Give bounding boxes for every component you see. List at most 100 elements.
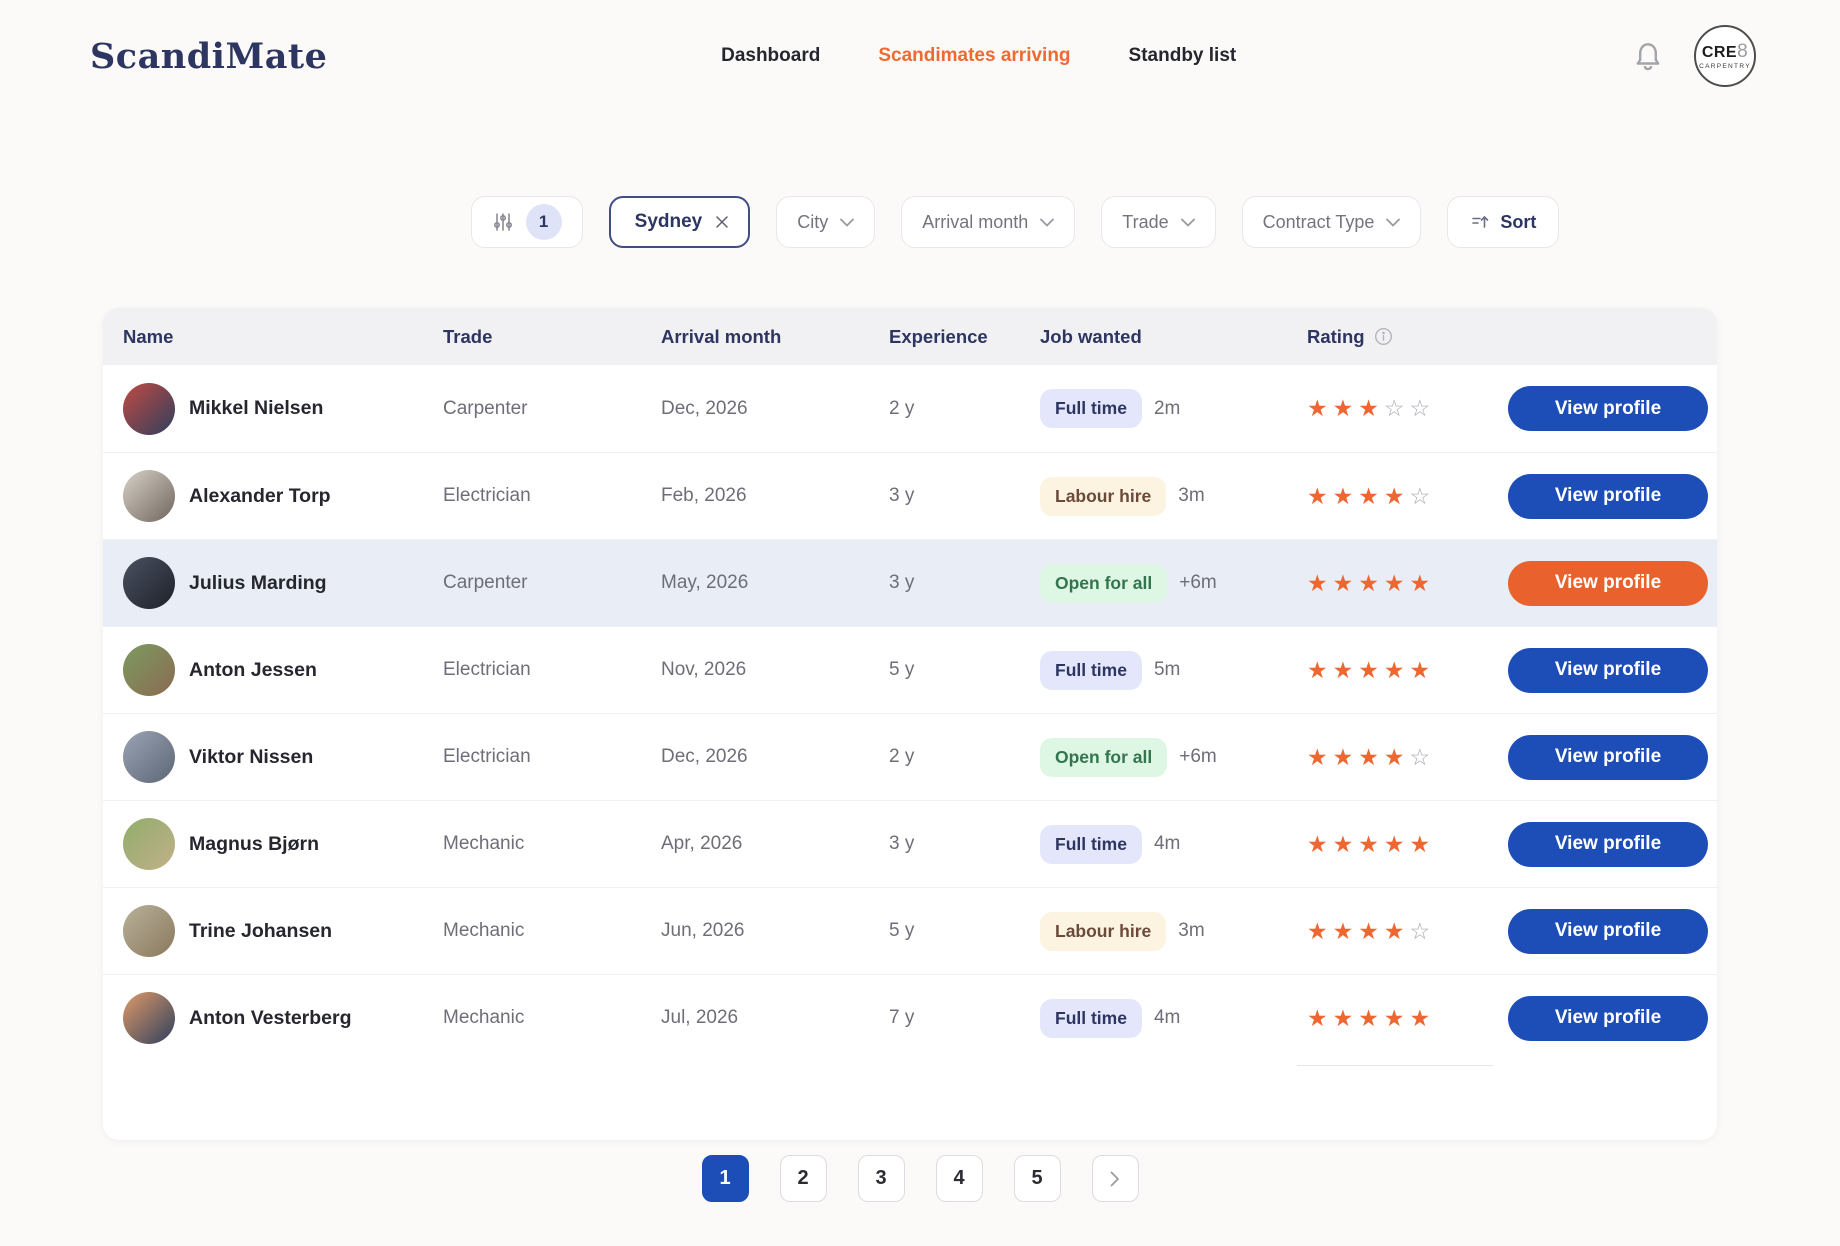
trade-value: Electrician	[443, 485, 661, 507]
star-filled-icon: ★	[1384, 833, 1405, 856]
table-row: Alexander Torp Electrician Feb, 2026 3 y…	[103, 452, 1717, 539]
page-button[interactable]: 5	[1014, 1155, 1061, 1202]
close-icon[interactable]	[714, 214, 730, 230]
avatar-text-digit: 8	[1737, 41, 1748, 62]
rating-stars: ★★★★★	[1307, 659, 1508, 682]
avatar	[123, 470, 175, 522]
page-button[interactable]: 1	[702, 1155, 749, 1202]
arrival-month-value: Jun, 2026	[661, 920, 889, 942]
avatar	[123, 731, 175, 783]
avatar	[123, 905, 175, 957]
view-profile-button[interactable]: View profile	[1508, 386, 1708, 431]
experience-value: 5 y	[889, 920, 1040, 942]
info-icon[interactable]	[1374, 327, 1393, 346]
chip-label: Sydney	[635, 211, 703, 233]
star-empty-icon: ☆	[1410, 746, 1431, 769]
job-type-badge: Full time	[1040, 389, 1142, 428]
avatar	[123, 818, 175, 870]
sliders-icon	[492, 211, 514, 233]
bell-icon	[1630, 38, 1666, 74]
star-filled-icon: ★	[1333, 833, 1354, 856]
dropdown-arrival-month[interactable]: Arrival month	[901, 196, 1075, 248]
brand-logo: ScandiMate	[90, 36, 327, 77]
table-row: Magnus Bjørn Mechanic Apr, 2026 3 y Full…	[103, 800, 1717, 887]
view-profile-button[interactable]: View profile	[1508, 648, 1708, 693]
star-filled-icon: ★	[1358, 920, 1379, 943]
experience-value: 2 y	[889, 398, 1040, 420]
trade-value: Carpenter	[443, 398, 661, 420]
scandimate-name: Trine Johansen	[189, 920, 332, 943]
notifications-button[interactable]	[1630, 38, 1666, 74]
view-profile-button[interactable]: View profile	[1508, 561, 1708, 606]
account-avatar[interactable]: CRE8 CARPENTRY	[1694, 25, 1756, 87]
page-button[interactable]: 2	[780, 1155, 827, 1202]
trade-value: Electrician	[443, 659, 661, 681]
star-filled-icon: ★	[1410, 833, 1431, 856]
star-filled-icon: ★	[1307, 833, 1328, 856]
trade-value: Mechanic	[443, 920, 661, 942]
avatar	[123, 644, 175, 696]
duration-value: 4m	[1154, 833, 1180, 855]
star-filled-icon: ★	[1307, 920, 1328, 943]
trade-value: Mechanic	[443, 1007, 661, 1029]
column-header-job-wanted: Job wanted	[1040, 326, 1307, 348]
nav-item-standby-list[interactable]: Standby list	[1129, 45, 1237, 67]
arrival-month-value: Nov, 2026	[661, 659, 889, 681]
column-header-rating: Rating	[1307, 326, 1508, 348]
rating-stars: ★★★★☆	[1307, 485, 1508, 508]
sort-button[interactable]: Sort	[1447, 196, 1559, 248]
column-header-trade: Trade	[443, 326, 661, 348]
star-filled-icon: ★	[1384, 746, 1405, 769]
job-type-badge: Full time	[1040, 651, 1142, 690]
star-empty-icon: ☆	[1384, 397, 1405, 420]
rating-stars: ★★★★★	[1307, 833, 1508, 856]
star-filled-icon: ★	[1384, 920, 1405, 943]
rating-stars: ★★★☆☆	[1307, 397, 1508, 420]
nav-item-scandimates-arriving[interactable]: Scandimates arriving	[878, 45, 1070, 67]
avatar-text-cre: CRE	[1702, 44, 1737, 61]
page-button[interactable]: 3	[858, 1155, 905, 1202]
star-filled-icon: ★	[1358, 572, 1379, 595]
arrival-month-value: Jul, 2026	[661, 1007, 889, 1029]
column-header-name: Name	[123, 326, 443, 348]
header-right: CRE8 CARPENTRY	[1630, 25, 1756, 87]
view-profile-button[interactable]: View profile	[1508, 735, 1708, 780]
star-filled-icon: ★	[1384, 659, 1405, 682]
duration-value: 5m	[1154, 659, 1180, 681]
view-profile-button[interactable]: View profile	[1508, 909, 1708, 954]
duration-value: 4m	[1154, 1007, 1180, 1029]
scandimate-name: Anton Vesterberg	[189, 1007, 352, 1030]
rating-stars: ★★★★★	[1307, 1007, 1508, 1030]
star-filled-icon: ★	[1358, 1007, 1379, 1030]
duration-value: 2m	[1154, 398, 1180, 420]
table-row: Viktor Nissen Electrician Dec, 2026 2 y …	[103, 713, 1717, 800]
chevron-right-icon	[1110, 1171, 1120, 1187]
job-type-badge: Full time	[1040, 999, 1142, 1038]
sort-label: Sort	[1500, 212, 1536, 233]
view-profile-button[interactable]: View profile	[1508, 996, 1708, 1041]
star-filled-icon: ★	[1410, 659, 1431, 682]
active-filter-chip-sydney[interactable]: Sydney	[609, 196, 751, 248]
view-profile-button[interactable]: View profile	[1508, 474, 1708, 519]
next-page-button[interactable]	[1092, 1155, 1139, 1202]
star-filled-icon: ★	[1307, 746, 1328, 769]
dropdown-trade[interactable]: Trade	[1101, 196, 1215, 248]
scandimate-name: Mikkel Nielsen	[189, 397, 323, 420]
dropdown-city[interactable]: City	[776, 196, 875, 248]
star-filled-icon: ★	[1410, 572, 1431, 595]
duration-value: +6m	[1179, 572, 1217, 594]
page-button[interactable]: 4	[936, 1155, 983, 1202]
dropdown-label: City	[797, 212, 828, 233]
experience-value: 3 y	[889, 485, 1040, 507]
rating-stars: ★★★★★	[1307, 572, 1508, 595]
job-type-badge: Open for all	[1040, 564, 1167, 603]
nav-item-dashboard[interactable]: Dashboard	[721, 45, 820, 67]
star-filled-icon: ★	[1307, 397, 1328, 420]
filters-count-button[interactable]: 1	[471, 196, 583, 248]
dropdown-label: Trade	[1122, 212, 1168, 233]
rating-underline	[1297, 1065, 1493, 1066]
dropdown-contract-type[interactable]: Contract Type	[1242, 196, 1422, 248]
view-profile-button[interactable]: View profile	[1508, 822, 1708, 867]
experience-value: 7 y	[889, 1007, 1040, 1029]
duration-value: 3m	[1178, 485, 1204, 507]
